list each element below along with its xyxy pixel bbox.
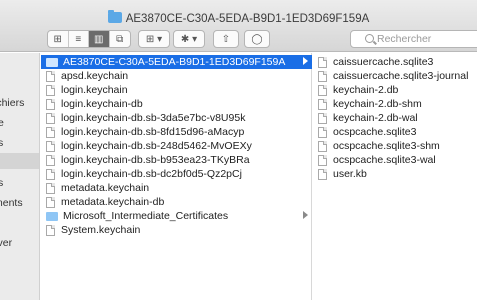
browser-column-2: caissuercache.sqlite3 caissuercache.sqli… [313, 53, 477, 300]
file-name: keychain-2.db-shm [333, 98, 422, 110]
document-icon [46, 196, 55, 208]
file-name: login.keychain [61, 84, 128, 96]
file-name: login.keychain-db [61, 98, 143, 110]
file-name: caissuercache.sqlite3-journal [333, 70, 469, 82]
folder-icon [107, 10, 122, 23]
document-icon [46, 84, 55, 96]
list-item[interactable]: login.keychain-db.sb-b953ea23-TKyBRa [41, 153, 312, 167]
list-item[interactable]: caissuercache.sqlite3-journal [313, 69, 477, 83]
sidebar-item[interactable]: s [0, 177, 3, 189]
window-title-text: AE3870CE-C30A-5EDA-B9D1-1ED3D69F159A [125, 13, 370, 25]
sidebar-item[interactable]: e [0, 117, 4, 129]
gear-icon: ✱ ▾ [180, 33, 198, 45]
document-icon [318, 168, 327, 180]
disclosure-arrow-icon [303, 211, 308, 219]
arrange-icon: ⊞ ▾ [145, 33, 163, 45]
arrange-button[interactable]: ⊞ ▾ [138, 30, 170, 48]
toolbar: AE3870CE-C30A-5EDA-B9D1-1ED3D69F159A ⊞ ≡… [0, 0, 477, 52]
document-icon [318, 112, 327, 124]
list-item[interactable]: login.keychain-db.sb-8fd15d96-aMacyp [41, 125, 312, 139]
document-icon [46, 70, 55, 82]
file-name: login.keychain-db.sb-b953ea23-TKyBRa [61, 154, 250, 166]
file-name: user.kb [333, 168, 367, 180]
list-item[interactable]: user.kb [313, 167, 477, 181]
gallery-view-icon[interactable]: ⧉ [110, 31, 130, 47]
folder-icon [46, 211, 58, 221]
search-placeholder: Rechercher [377, 33, 432, 45]
file-name: System.keychain [61, 224, 141, 236]
file-name: metadata.keychain-db [61, 196, 165, 208]
action-button[interactable]: ✱ ▾ [173, 30, 205, 48]
sidebar: ichiers e s s ments rver [0, 53, 40, 300]
list-item[interactable]: ocspcache.sqlite3 [313, 125, 477, 139]
document-icon [46, 98, 55, 110]
search-field[interactable]: Rechercher [350, 30, 477, 48]
search-icon [365, 34, 374, 43]
file-name: login.keychain-db.sb-248d5462-MvOEXy [61, 140, 252, 152]
file-name: ocspcache.sqlite3-wal [333, 154, 436, 166]
document-icon [318, 126, 327, 138]
file-name: metadata.keychain [61, 182, 150, 194]
file-name: login.keychain-db.sb-dc2bf0d5-Qz2pCj [61, 168, 242, 180]
column-view-icon[interactable]: ▥ [89, 31, 110, 47]
file-name: login.keychain-db.sb-8fd15d96-aMacyp [61, 126, 245, 138]
view-mode-control[interactable]: ⊞ ≡ ▥ ⧉ [47, 30, 131, 48]
list-item[interactable]: keychain-2.db-shm [313, 97, 477, 111]
list-item[interactable]: login.keychain [41, 83, 312, 97]
file-name: ocspcache.sqlite3 [333, 126, 417, 138]
icon-view-icon[interactable]: ⊞ [48, 31, 69, 47]
list-item[interactable]: apsd.keychain [41, 69, 312, 83]
browser-column-1: AE3870CE-C30A-5EDA-B9D1-1ED3D69F159A aps… [41, 53, 312, 300]
document-icon [46, 140, 55, 152]
list-item[interactable]: metadata.keychain [41, 181, 312, 195]
disclosure-arrow-icon [303, 57, 308, 65]
document-icon [46, 224, 55, 236]
file-name: login.keychain-db.sb-3da5e7bc-v8U95k [61, 112, 246, 124]
document-icon [46, 182, 55, 194]
list-item[interactable]: ocspcache.sqlite3-wal [313, 153, 477, 167]
tag-icon: ◯ [251, 33, 263, 45]
file-name: AE3870CE-C30A-5EDA-B9D1-1ED3D69F159A [63, 56, 286, 68]
document-icon [318, 154, 327, 166]
file-name: caissuercache.sqlite3 [333, 56, 434, 68]
list-item[interactable]: login.keychain-db.sb-248d5462-MvOEXy [41, 139, 312, 153]
file-name: keychain-2.db-wal [333, 112, 418, 124]
document-icon [318, 84, 327, 96]
list-item[interactable]: caissuercache.sqlite3 [313, 55, 477, 69]
document-icon [318, 140, 327, 152]
list-item[interactable]: keychain-2.db-wal [313, 111, 477, 125]
share-icon: ⇧ [221, 33, 231, 45]
list-view-icon[interactable]: ≡ [69, 31, 89, 47]
sidebar-selection [0, 153, 39, 169]
list-item[interactable]: ocspcache.sqlite3-shm [313, 139, 477, 153]
file-name: ocspcache.sqlite3-shm [333, 140, 440, 152]
file-name: apsd.keychain [61, 70, 129, 82]
file-name: Microsoft_Intermediate_Certificates [63, 210, 229, 222]
list-item-selected-folder[interactable]: AE3870CE-C30A-5EDA-B9D1-1ED3D69F159A [41, 55, 312, 69]
tags-button[interactable]: ◯ [244, 30, 270, 48]
list-item[interactable]: keychain-2.db [313, 83, 477, 97]
sidebar-item-documents[interactable]: ments [0, 197, 23, 209]
document-icon [318, 56, 327, 68]
file-name: keychain-2.db [333, 84, 399, 96]
sidebar-item-server[interactable]: rver [0, 237, 12, 249]
window-title: AE3870CE-C30A-5EDA-B9D1-1ED3D69F159A [0, 10, 477, 25]
sidebar-item[interactable]: s [0, 137, 3, 149]
document-icon [318, 98, 327, 110]
document-icon [46, 154, 55, 166]
document-icon [318, 70, 327, 82]
list-item[interactable]: System.keychain [41, 223, 312, 237]
share-button[interactable]: ⇧ [213, 30, 239, 48]
document-icon [46, 112, 55, 124]
list-item[interactable]: login.keychain-db [41, 97, 312, 111]
document-icon [46, 168, 55, 180]
list-item[interactable]: metadata.keychain-db [41, 195, 312, 209]
list-item-folder[interactable]: Microsoft_Intermediate_Certificates [41, 209, 312, 223]
folder-icon [46, 57, 58, 67]
list-item[interactable]: login.keychain-db.sb-dc2bf0d5-Qz2pCj [41, 167, 312, 181]
list-item[interactable]: login.keychain-db.sb-3da5e7bc-v8U95k [41, 111, 312, 125]
sidebar-item-files[interactable]: ichiers [0, 97, 24, 109]
document-icon [46, 126, 55, 138]
